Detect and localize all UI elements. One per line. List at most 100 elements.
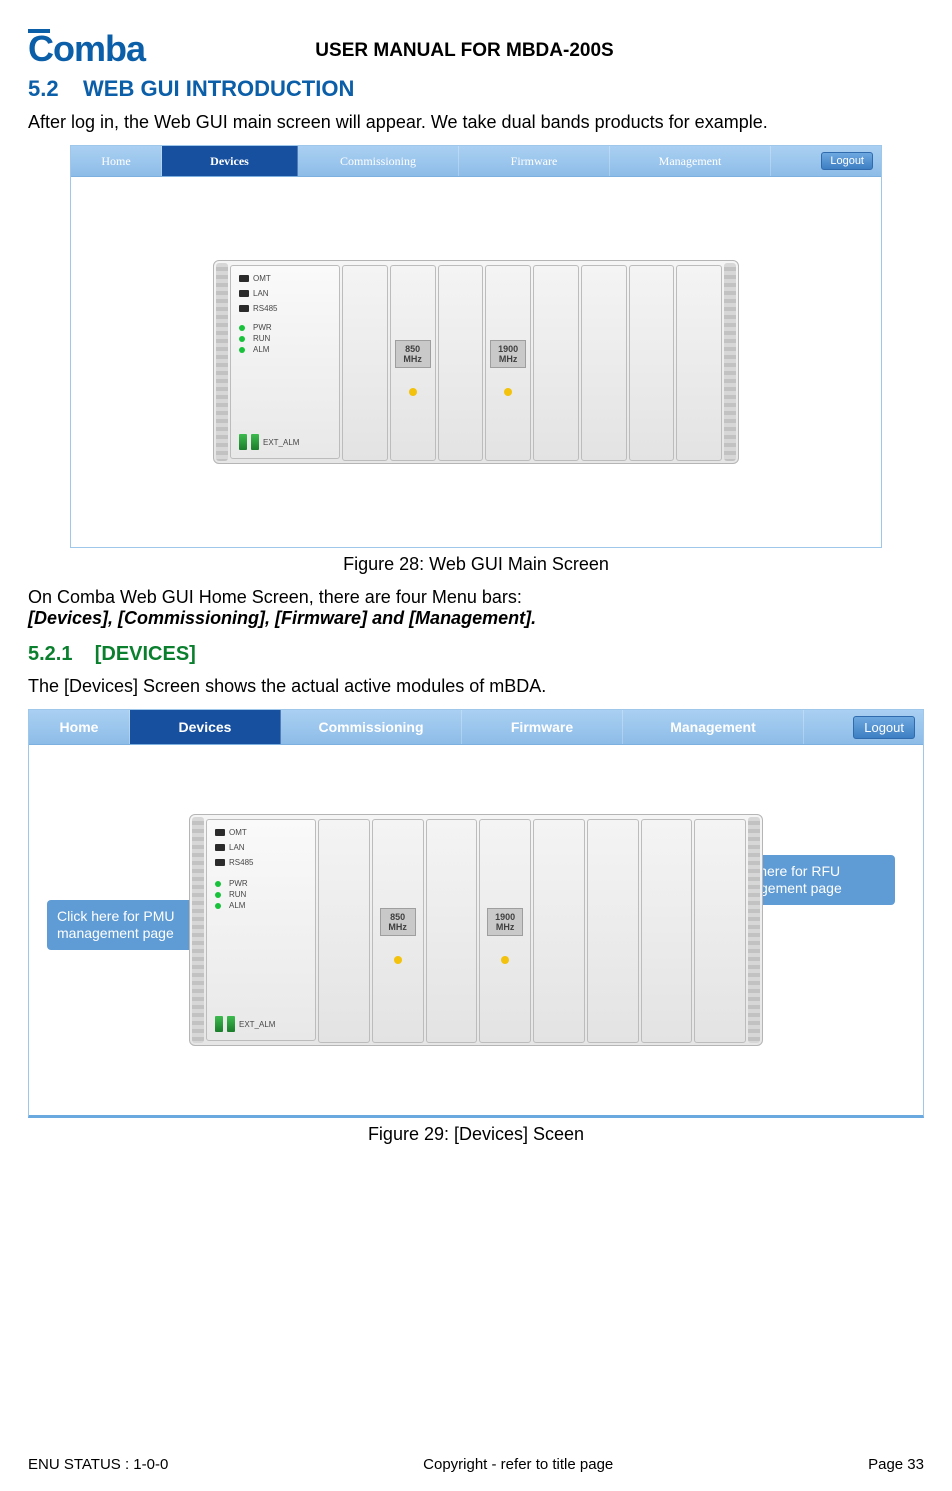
device-rack: OMT LAN RS485 PWR RUN ALM EXT_ALM 850MHz… [213,260,739,464]
slot-empty[interactable] [694,819,746,1043]
pmu-omt: OMT [253,274,271,283]
connector-icon [251,434,259,450]
rfu-slots: 850MHz 1900MHz [318,819,746,1041]
subsection-heading: [DEVICES] [95,643,196,665]
pmu-lan-row: LAN [239,289,331,298]
logout-button[interactable]: Logout [853,716,915,739]
port-icon [239,305,249,312]
figure-28-caption: Figure 28: Web GUI Main Screen [28,554,924,575]
brand-logo: Comba [28,33,145,65]
pmu-ext-row: EXT_ALM [215,1016,307,1032]
figure-29-caption: Figure 29: [Devices] Sceen [28,1124,924,1145]
nav-devices[interactable]: Devices [130,710,281,744]
pmu-rs485-row: RS485 [215,858,307,867]
pmu-lan-row: LAN [215,843,307,852]
slot-850-label: 850MHz [395,340,431,368]
led-icon [215,903,221,909]
slot-empty[interactable] [342,265,388,461]
nav-firmware[interactable]: Firmware [459,146,610,176]
slot-850[interactable]: 850MHz [390,265,436,461]
connector-icon [227,1016,235,1032]
pmu-run: RUN [253,334,270,343]
pmu-module[interactable]: OMT LAN RS485 PWR RUN ALM EXT_ALM [206,819,316,1041]
slot-empty[interactable] [676,265,722,461]
nav-management[interactable]: Management [610,146,771,176]
gui2-navbar: Home Devices Commissioning Firmware Mana… [29,710,923,745]
status-led-icon [409,388,417,396]
rfu-slots: 850MHz 1900MHz [342,265,722,459]
led-icon [215,892,221,898]
slot-1900[interactable]: 1900MHz [479,819,531,1043]
nav-devices[interactable]: Devices [162,146,298,176]
nav-home[interactable]: Home [29,710,130,744]
pmu-omt: OMT [229,828,247,837]
pmu-ext: EXT_ALM [239,1020,275,1029]
pmu-pwr-row: PWR [215,879,307,888]
slot-empty[interactable] [318,819,370,1043]
port-icon [215,859,225,866]
footer-left: ENU STATUS : 1-0-0 [28,1456,168,1473]
footer-center: Copyright - refer to title page [423,1456,613,1473]
menu-bars-line1: On Comba Web GUI Home Screen, there are … [28,587,924,608]
slot-850-label: 850MHz [380,908,416,936]
figure-29-gui: Home Devices Commissioning Firmware Mana… [28,709,924,1118]
slot-empty[interactable] [641,819,693,1043]
page-footer: ENU STATUS : 1-0-0 Copyright - refer to … [28,1456,924,1473]
pmu-run-row: RUN [239,334,331,343]
pmu-pwr: PWR [229,879,248,888]
pmu-rs485: RS485 [229,858,253,867]
slot-1900-label: 1900MHz [490,340,526,368]
logout-button[interactable]: Logout [821,152,873,170]
slot-empty[interactable] [533,819,585,1043]
pmu-lan: LAN [253,289,269,298]
nav-management[interactable]: Management [623,710,804,744]
port-icon [215,844,225,851]
slot-1900-label: 1900MHz [487,908,523,936]
nav-commissioning[interactable]: Commissioning [298,146,459,176]
status-led-icon [504,388,512,396]
slot-empty[interactable] [587,819,639,1043]
nav-home[interactable]: Home [71,146,162,176]
pmu-alm-row: ALM [215,901,307,910]
footer-right: Page 33 [868,1456,924,1473]
pmu-ext: EXT_ALM [263,438,299,447]
pmu-alm-row: ALM [239,345,331,354]
status-led-icon [501,956,509,964]
gui1-body: OMT LAN RS485 PWR RUN ALM EXT_ALM 850MHz… [71,177,881,547]
nav-firmware[interactable]: Firmware [462,710,623,744]
section-5-2-intro: After log in, the Web GUI main screen wi… [28,112,924,133]
slot-empty[interactable] [438,265,484,461]
gui1-navbar: Home Devices Commissioning Firmware Mana… [71,146,881,177]
port-icon [239,275,249,282]
slot-1900[interactable]: 1900MHz [485,265,531,461]
subsection-number: 5.2.1 [28,643,72,665]
slot-empty[interactable] [629,265,675,461]
connector-icon [239,434,247,450]
slot-empty[interactable] [581,265,627,461]
pmu-module[interactable]: OMT LAN RS485 PWR RUN ALM EXT_ALM [230,265,340,459]
section-5-2-1-title: 5.2.1 [DEVICES] [28,643,924,666]
pmu-pwr-row: PWR [239,323,331,332]
nav-commissioning[interactable]: Commissioning [281,710,462,744]
led-icon [239,336,245,342]
pmu-omt-row: OMT [215,828,307,837]
port-icon [215,829,225,836]
led-icon [239,325,245,331]
pmu-lan: LAN [229,843,245,852]
pmu-alm: ALM [229,901,245,910]
pmu-alm: ALM [253,345,269,354]
led-icon [239,347,245,353]
pmu-pwr: PWR [253,323,272,332]
slot-empty[interactable] [533,265,579,461]
pmu-omt-row: OMT [239,274,331,283]
slot-850[interactable]: 850MHz [372,819,424,1043]
logo-text: Comba [28,28,145,69]
pmu-rs485: RS485 [253,304,277,313]
port-icon [239,290,249,297]
led-icon [215,881,221,887]
section-number: 5.2 [28,76,59,101]
section-5-2-1-intro: The [Devices] Screen shows the actual ac… [28,676,924,697]
slot-empty[interactable] [426,819,478,1043]
menu-bars-line2: [Devices], [Commissioning], [Firmware] a… [28,608,924,629]
pmu-run: RUN [229,890,246,899]
